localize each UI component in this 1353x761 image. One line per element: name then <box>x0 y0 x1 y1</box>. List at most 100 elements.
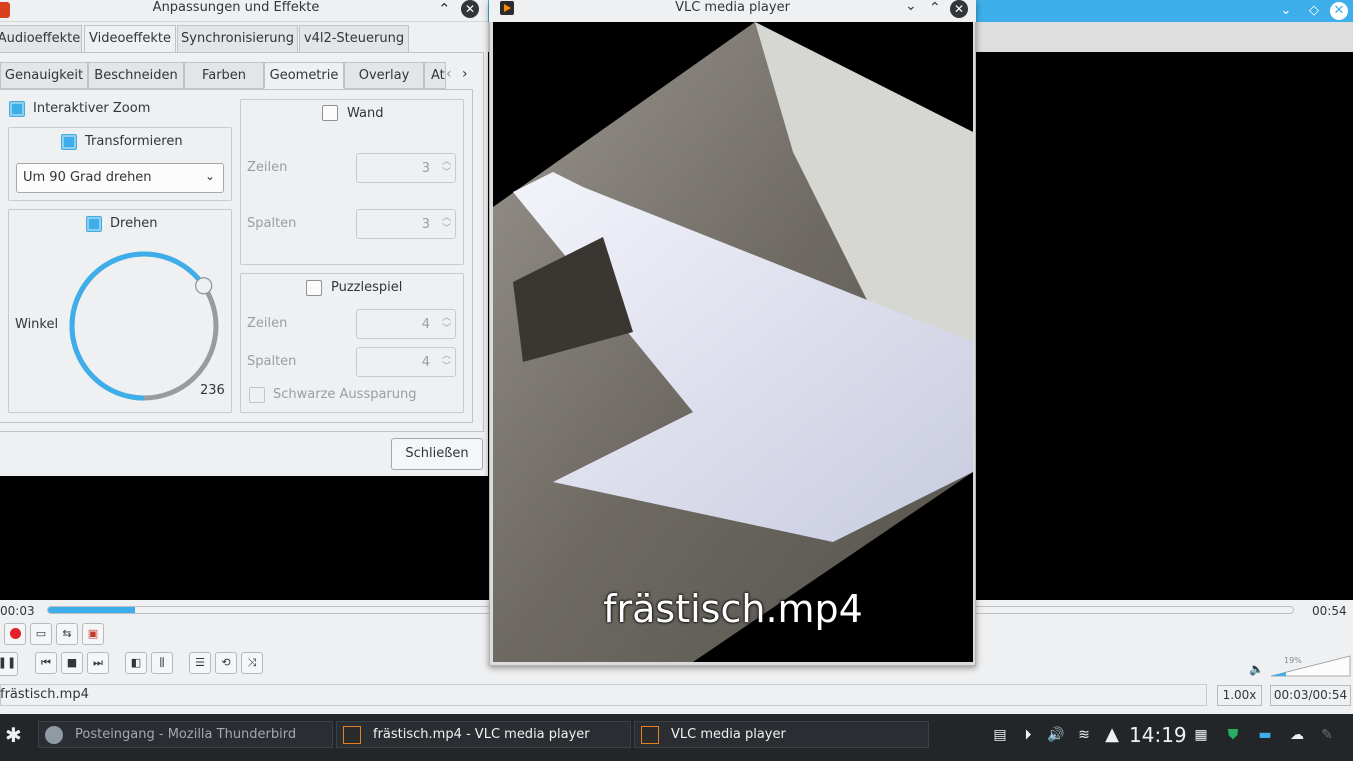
minimize-icon[interactable]: ⌄ <box>1277 2 1295 20</box>
angle-label: Winkel <box>15 317 59 332</box>
spin-arrows-icon: ︿ ﹀ <box>441 313 451 334</box>
updates-icon[interactable]: ▲ <box>1102 725 1122 745</box>
folder-icon[interactable]: ▬ <box>1255 725 1275 745</box>
camera-icon: ▭ <box>35 627 47 640</box>
equalizer-icon: ⫼ <box>159 656 165 669</box>
effects-close-icon[interactable]: ✕ <box>461 0 479 18</box>
video-frame <box>493 22 973 662</box>
interactive-zoom-checkbox[interactable] <box>9 101 25 117</box>
wall-rows-value: 3 <box>421 161 430 176</box>
status-file-name: frästisch.mp4 <box>0 687 89 702</box>
fullscreen-button[interactable]: ◧ <box>125 652 147 674</box>
play-pause-button[interactable]: ❚❚ <box>0 652 18 676</box>
scroll-left-icon[interactable]: ‹ <box>446 66 452 82</box>
wall-checkbox[interactable] <box>322 105 338 121</box>
maximize-icon[interactable]: ⌃ <box>929 0 941 16</box>
black-slot-label: Schwarze Aussparung <box>273 387 417 402</box>
task-vlc[interactable]: VLC media player <box>634 721 929 748</box>
next-button[interactable]: ⏭ <box>87 652 109 674</box>
tab-v4l2-control[interactable]: v4l2-Steuerung <box>299 25 409 52</box>
volume-percent: 19% <box>1284 656 1302 665</box>
tab-video-effects[interactable]: Videoeffekte <box>84 25 176 52</box>
playlist-button[interactable]: ☰ <box>189 652 211 674</box>
repeat-button[interactable]: ⟲ <box>215 652 237 674</box>
kde-menu-icon[interactable]: ✱ <box>5 723 22 747</box>
angle-dial-handle[interactable] <box>195 277 213 295</box>
film-icon: ▣ <box>87 627 99 640</box>
next-icon: ⏭ <box>93 656 103 669</box>
chevron-down-icon: ⌄ <box>205 169 216 183</box>
loop-ab-button[interactable]: ⇆ <box>56 623 78 645</box>
wall-label: Wand <box>347 106 384 121</box>
cloud-icon[interactable]: ☁ <box>1287 725 1307 745</box>
video-close-icon[interactable]: ✕ <box>950 0 968 18</box>
shuffle-icon: ⤨ <box>247 656 257 669</box>
subtab-crop[interactable]: Beschneiden <box>88 62 184 89</box>
spin-arrows-icon: ︿ ﹀ <box>441 213 451 234</box>
speaker-icon[interactable]: 🔈 <box>1249 662 1264 676</box>
minimize-icon[interactable]: ⌄ <box>905 0 917 14</box>
playlist-icon: ☰ <box>195 656 205 669</box>
media-player-icon[interactable]: ⏵ <box>1018 725 1038 745</box>
tab-synchronisation[interactable]: Synchronisierung <box>177 25 298 52</box>
seek-bar-fill <box>48 607 136 613</box>
interactive-zoom-label: Interaktiver Zoom <box>33 101 151 116</box>
video-surface[interactable] <box>493 22 973 662</box>
task-vlc-file[interactable]: frästisch.mp4 - VLC media player <box>336 721 631 748</box>
previous-icon: ⏮ <box>41 656 51 669</box>
record-button[interactable] <box>4 623 26 645</box>
wall-cols-label: Spalten <box>247 216 297 231</box>
main-close-button[interactable]: ✕ <box>1330 2 1348 20</box>
playback-speed[interactable]: 1.00x <box>1217 685 1262 706</box>
wrench-icon[interactable]: ✎ <box>1317 725 1337 745</box>
frame-step-button[interactable]: ▣ <box>82 623 104 645</box>
snapshot-button[interactable]: ▭ <box>30 623 52 645</box>
puzzle-checkbox[interactable] <box>306 280 322 296</box>
scroll-right-icon[interactable]: › <box>462 66 468 82</box>
wall-rows-label: Zeilen <box>247 160 288 175</box>
close-button[interactable]: Schließen <box>391 438 483 470</box>
volume-icon[interactable]: 🔊 <box>1046 725 1066 745</box>
subtab-colors[interactable]: Farben <box>184 62 264 89</box>
maximize-icon[interactable]: ◇ <box>1305 2 1323 20</box>
extended-settings-button[interactable]: ⫼ <box>151 652 173 674</box>
puzzle-rows-label: Zeilen <box>247 316 288 331</box>
spin-arrows-icon: ︿ ﹀ <box>441 157 451 178</box>
subtab-geometry[interactable]: Geometrie <box>264 62 344 89</box>
puzzle-cols-spinbox[interactable]: 4 ︿ ﹀ <box>356 347 456 377</box>
subtab-overlay[interactable]: Overlay <box>344 62 424 89</box>
fullscreen-icon: ◧ <box>130 656 142 669</box>
repeat-icon: ⟲ <box>221 656 231 669</box>
subtab-sharpen[interactable]: Genauigkeit <box>0 62 88 89</box>
transform-checkbox[interactable] <box>61 134 77 150</box>
calculator-icon[interactable]: ▦ <box>1191 725 1211 745</box>
task-thunderbird[interactable]: Posteingang - Mozilla Thunderbird <box>38 721 333 748</box>
transform-select[interactable]: Um 90 Grad drehen ⌄ <box>16 163 224 193</box>
shuffle-button[interactable]: ⤨ <box>241 652 263 674</box>
wifi-icon[interactable]: ≋ <box>1074 725 1094 745</box>
puzzle-rows-spinbox[interactable]: 4 ︿ ﹀ <box>356 309 456 339</box>
puzzle-cols-label: Spalten <box>247 354 297 369</box>
wall-rows-spinbox[interactable]: 3 ︿ ﹀ <box>356 153 456 183</box>
black-slot-checkbox[interactable] <box>249 387 265 403</box>
wall-cols-spinbox[interactable]: 3 ︿ ﹀ <box>356 209 456 239</box>
chevron-up-icon[interactable]: ⌃ <box>438 0 451 18</box>
stop-button[interactable]: ■ <box>61 652 83 674</box>
stop-icon: ■ <box>66 656 78 669</box>
angle-dial[interactable] <box>64 246 224 406</box>
clock[interactable]: 14:19 <box>1129 723 1187 747</box>
shield-icon[interactable]: ⛊ <box>1223 725 1243 745</box>
task-label: Posteingang - Mozilla Thunderbird <box>75 727 297 742</box>
previous-button[interactable]: ⏮ <box>35 652 57 674</box>
puzzle-cols-value: 4 <box>421 355 430 370</box>
elapsed-time: 00:03 <box>0 604 35 618</box>
volume-slider[interactable] <box>1271 655 1351 677</box>
status-bar <box>0 684 1207 706</box>
task-label: VLC media player <box>671 727 786 742</box>
puzzle-label: Puzzlespiel <box>331 280 403 295</box>
subtab-atmo[interactable]: At <box>424 62 446 89</box>
tab-audio-effects[interactable]: Audioeffekte <box>0 25 82 52</box>
time-display[interactable]: 00:03/00:54 <box>1270 685 1351 706</box>
clipboard-icon[interactable]: ▤ <box>990 725 1010 745</box>
rotate-checkbox[interactable] <box>86 216 102 232</box>
